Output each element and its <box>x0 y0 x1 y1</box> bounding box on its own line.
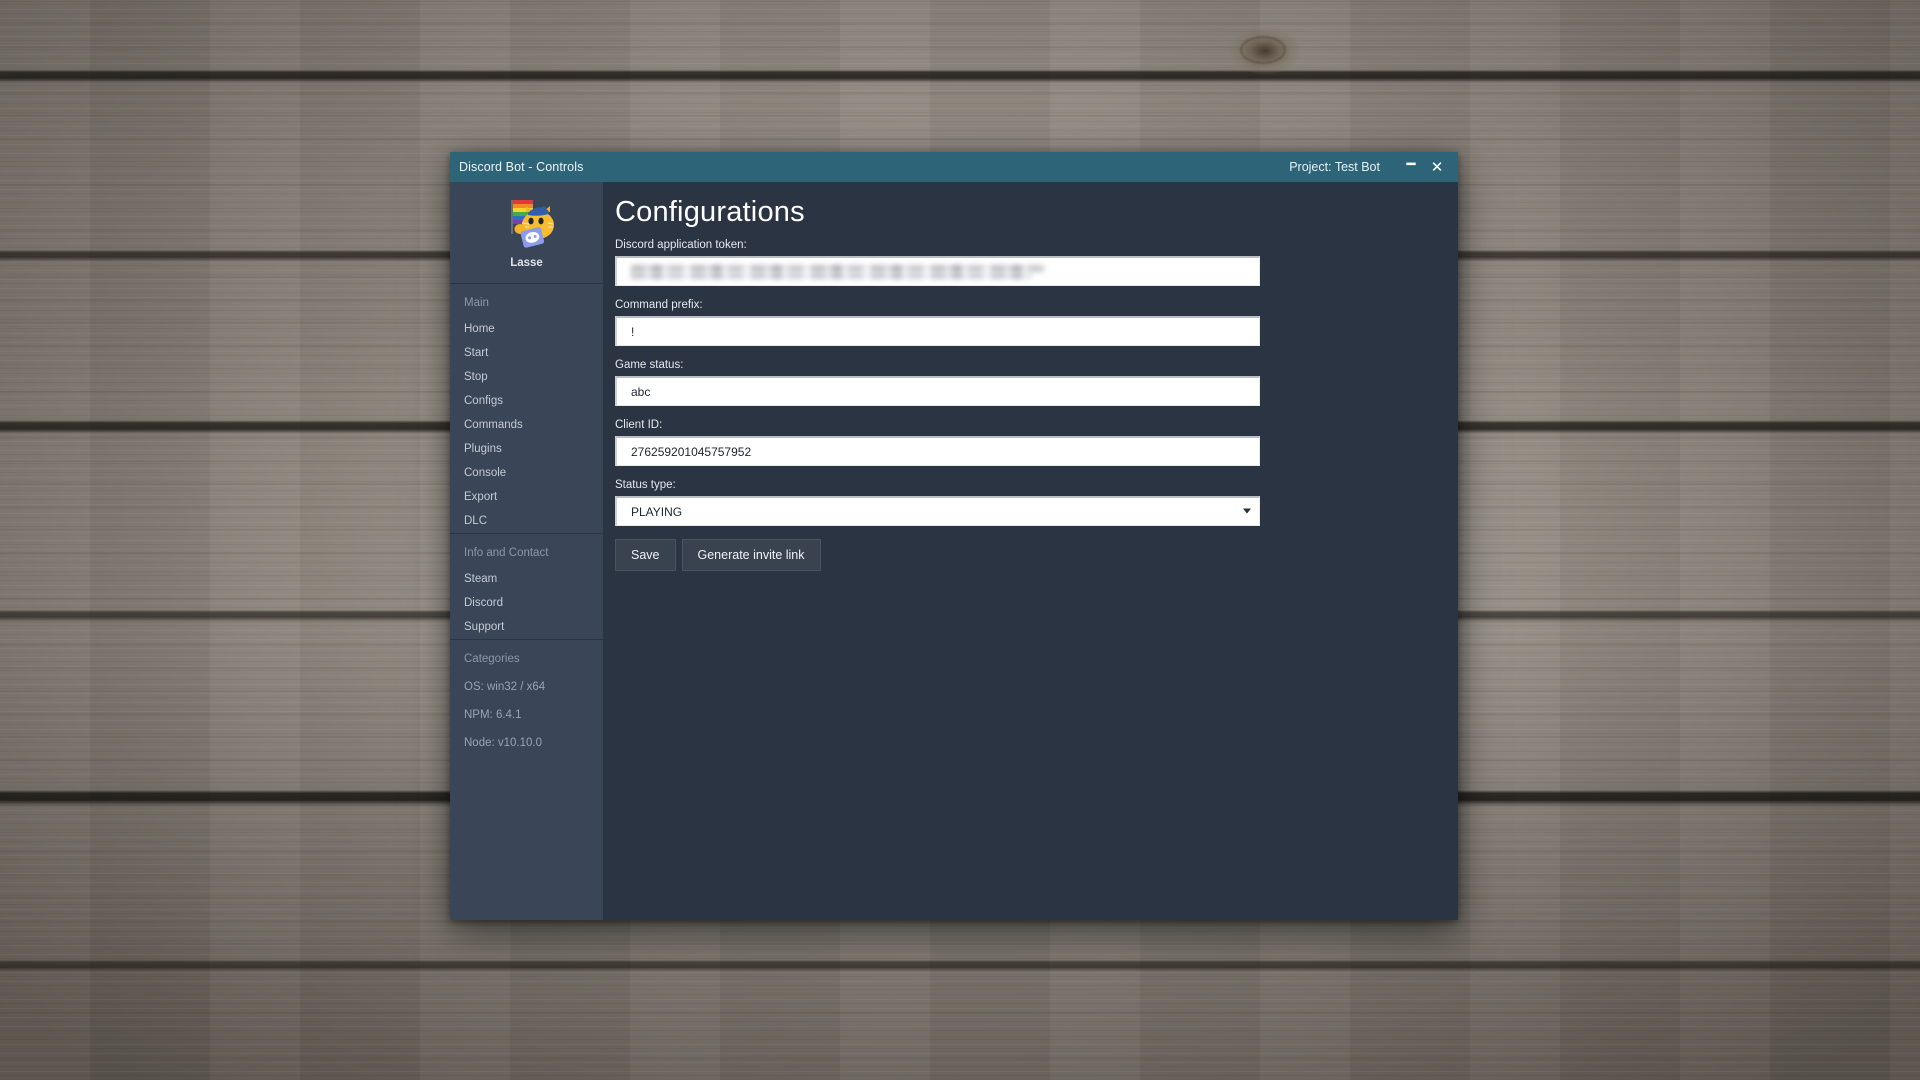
button-row: Save Generate invite link <box>615 539 1442 571</box>
sidebar-item-dlc[interactable]: DLC <box>450 509 603 533</box>
profile-block: Lasse <box>450 194 603 283</box>
sidebar-item-start[interactable]: Start <box>450 341 603 365</box>
field-command-prefix: Command prefix: <box>615 299 1442 346</box>
chevron-down-icon[interactable] <box>1243 508 1251 514</box>
field-discord-application-token: Discord application token: <box>615 239 1442 286</box>
label-command-prefix: Command prefix: <box>615 299 703 311</box>
label-game-status: Game status: <box>615 359 684 371</box>
command-prefix-input[interactable] <box>615 316 1260 346</box>
sidebar-item-commands[interactable]: Commands <box>450 413 603 437</box>
field-client-id: Client ID: <box>615 419 1442 466</box>
section-title-main: Main <box>464 297 489 309</box>
project-label: Project: Test Bot <box>1289 160 1380 174</box>
info-os: OS: win32 / x64 <box>464 681 546 693</box>
section-title-info-and-contact: Info and Contact <box>464 547 549 559</box>
label-client-id: Client ID: <box>615 419 663 431</box>
redacted-token-line <box>631 265 1046 272</box>
nav-section-categories: Categories OS: win32 / x64 NPM: 6.4.1 No… <box>450 639 603 757</box>
sidebar-item-steam[interactable]: Steam <box>450 567 603 591</box>
sidebar-item-console[interactable]: Console <box>450 461 603 485</box>
redacted-token-line <box>631 272 1031 279</box>
discord-application-token-input[interactable] <box>615 256 1260 286</box>
sidebar-item-export[interactable]: Export <box>450 485 603 509</box>
wood-knot-ring <box>1240 36 1286 64</box>
game-status-input[interactable] <box>615 376 1260 406</box>
status-type-select-wrap: PLAYING <box>615 496 1260 526</box>
cat-pride-flag-discord-avatar-icon <box>496 194 558 250</box>
generate-invite-link-button[interactable]: Generate invite link <box>681 539 821 571</box>
label-discord-application-token: Discord application token: <box>615 239 747 251</box>
profile-name: Lasse <box>510 257 543 269</box>
sidebar-item-plugins[interactable]: Plugins <box>450 437 603 461</box>
title-bar[interactable]: Discord Bot - Controls Project: Test Bot… <box>450 152 1458 182</box>
sidebar-item-support[interactable]: Support <box>450 615 603 639</box>
field-status-type: Status type: PLAYING <box>615 479 1442 526</box>
label-status-type: Status type: <box>615 479 676 491</box>
sidebar-item-discord[interactable]: Discord <box>450 591 603 615</box>
sidebar: Lasse Main Home Start Stop Configs Comma… <box>450 182 603 920</box>
sidebar-item-configs[interactable]: Configs <box>450 389 603 413</box>
window-title: Discord Bot - Controls <box>459 160 584 174</box>
window-body: Lasse Main Home Start Stop Configs Comma… <box>450 182 1458 920</box>
nav-section-main: Main Home Start Stop Configs Commands Pl… <box>450 283 603 533</box>
nav-section-info-and-contact: Info and Contact Steam Discord Support <box>450 533 603 639</box>
client-id-input[interactable] <box>615 436 1260 466</box>
page-title: Configurations <box>615 196 805 228</box>
section-title-categories: Categories <box>464 653 520 665</box>
sidebar-item-stop[interactable]: Stop <box>450 365 603 389</box>
status-type-select[interactable]: PLAYING <box>615 496 1260 526</box>
info-npm: NPM: 6.4.1 <box>464 709 522 721</box>
content-panel: Configurations Discord application token… <box>603 182 1458 920</box>
close-icon[interactable]: ✕ <box>1424 152 1450 182</box>
minimize-icon[interactable]: ━ <box>1398 152 1424 182</box>
field-game-status: Game status: <box>615 359 1442 406</box>
info-node: Node: v10.10.0 <box>464 737 543 749</box>
sidebar-item-home[interactable]: Home <box>450 317 603 341</box>
application-window: Discord Bot - Controls Project: Test Bot… <box>450 152 1458 920</box>
save-button[interactable]: Save <box>615 539 676 571</box>
